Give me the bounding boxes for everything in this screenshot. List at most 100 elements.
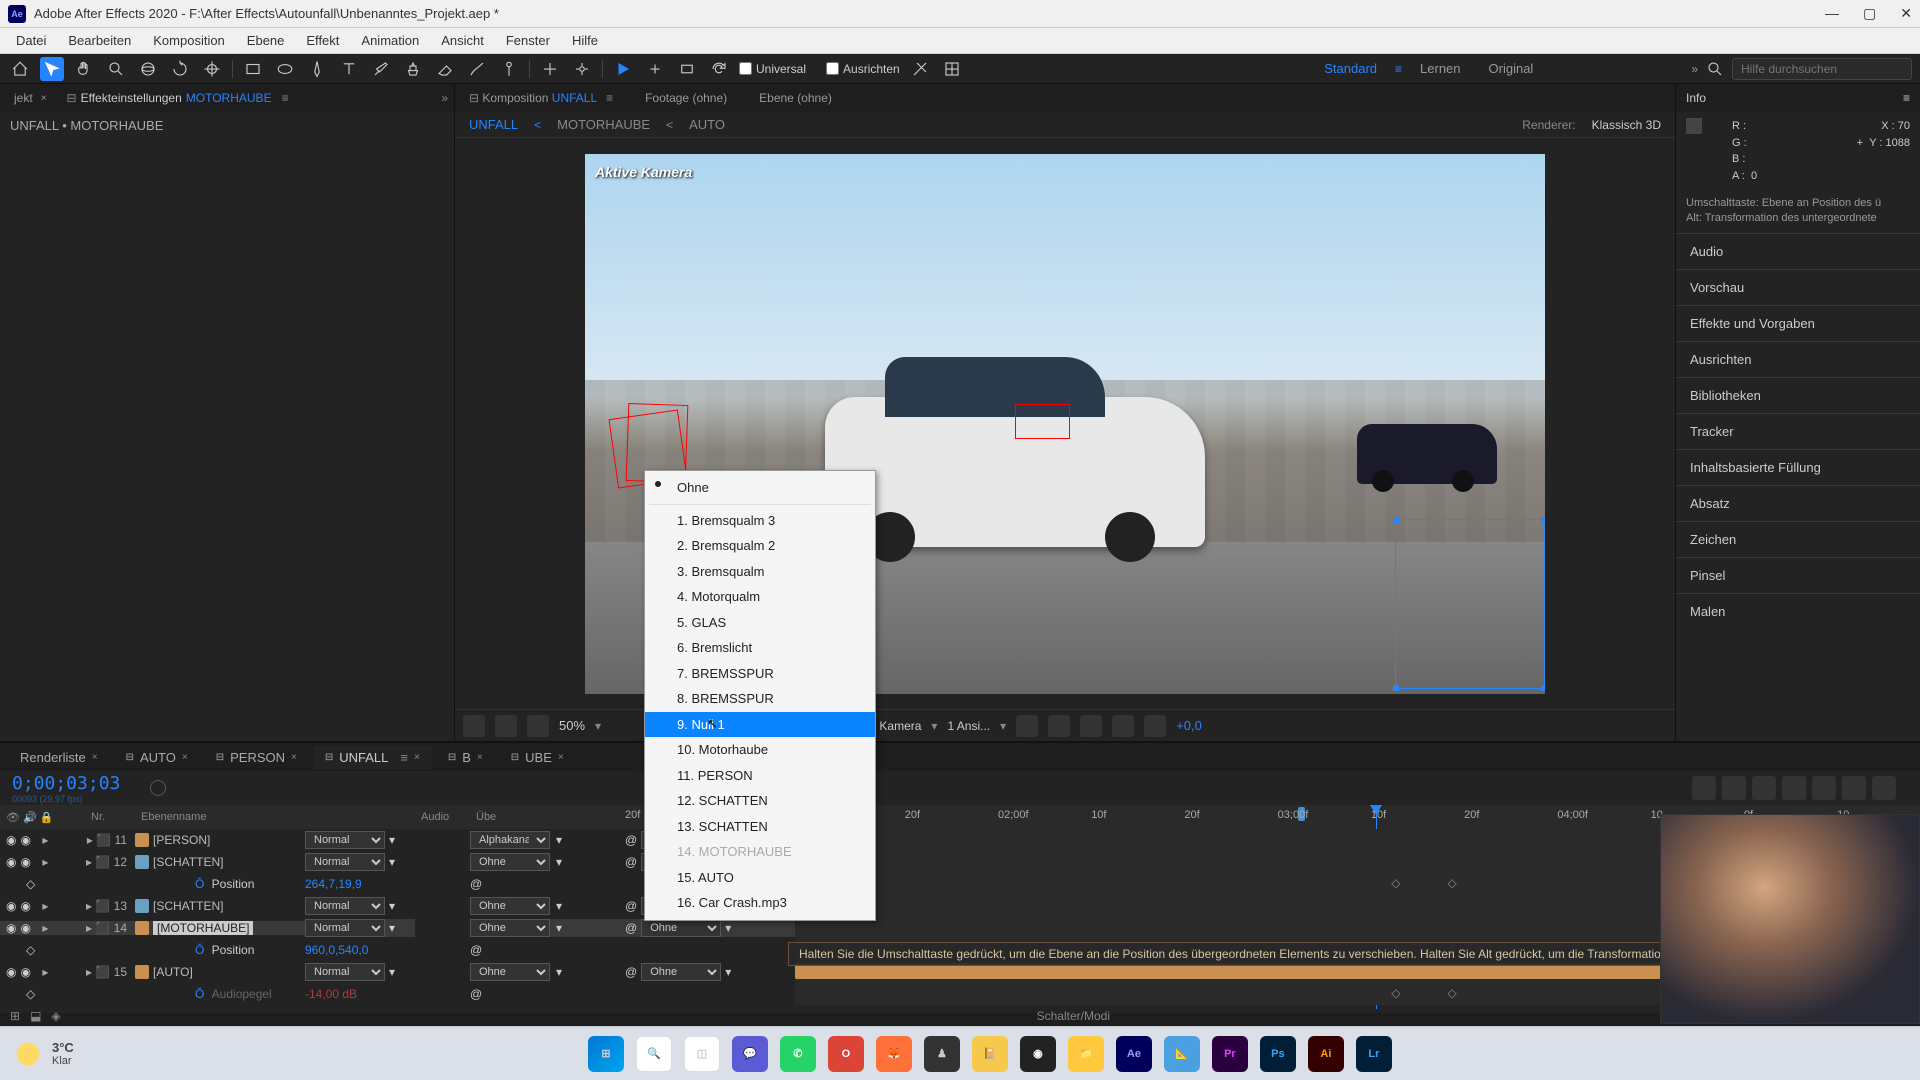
snap-grid-tool[interactable] <box>940 57 964 81</box>
panel-absatz[interactable]: Absatz <box>1676 485 1920 521</box>
guides-icon[interactable] <box>527 715 549 737</box>
axis-mode-tool[interactable] <box>570 57 594 81</box>
dropdown-item-ohne[interactable]: Ohne <box>645 475 875 501</box>
obs-icon[interactable]: ◉ <box>1020 1036 1056 1072</box>
renderer-value[interactable]: Klassisch 3D <box>1592 118 1661 132</box>
teams-icon[interactable]: 💬 <box>732 1036 768 1072</box>
panel-bibliotheken[interactable]: Bibliotheken <box>1676 377 1920 413</box>
menu-effekt[interactable]: Effekt <box>296 30 349 51</box>
help-search-input[interactable] <box>1732 58 1912 80</box>
opera-icon[interactable]: O <box>828 1036 864 1072</box>
layer-row[interactable]: ◉◉ ▸▸ ⬛ 11[PERSON]Normal▾Alphakanal▾@ ▾ <box>0 829 1920 851</box>
rotate-tool[interactable] <box>168 57 192 81</box>
puppet-pin-tool[interactable] <box>497 57 521 81</box>
composition-viewport[interactable]: Aktive Kamera <box>455 138 1675 709</box>
help-search[interactable] <box>1706 58 1912 80</box>
menu-bearbeiten[interactable]: Bearbeiten <box>58 30 141 51</box>
after-effects-icon[interactable]: Ae <box>1116 1036 1152 1072</box>
share-icon[interactable] <box>1016 715 1038 737</box>
dropdown-item[interactable]: 16. Car Crash.mp3 <box>645 890 875 916</box>
dropdown-item[interactable]: 5. GLAS <box>645 610 875 636</box>
nav-unfall[interactable]: UNFALL <box>469 117 518 132</box>
photoshop-icon[interactable]: Ps <box>1260 1036 1296 1072</box>
firefox-icon[interactable]: 🦊 <box>876 1036 912 1072</box>
tab-ebene[interactable]: Ebene (ohne) <box>751 87 840 109</box>
panel-pinsel[interactable]: Pinsel <box>1676 557 1920 593</box>
schalter-modi[interactable]: Schalter/Modi <box>1037 1009 1110 1023</box>
selection-box[interactable] <box>1395 519 1545 689</box>
illustrator-icon[interactable]: Ai <box>1308 1036 1344 1072</box>
ellipse-tool[interactable] <box>273 57 297 81</box>
tab-komposition[interactable]: ⊟ Komposition UNFALL ≡ <box>461 87 621 109</box>
menu-ebene[interactable]: Ebene <box>237 30 295 51</box>
roto-brush-tool[interactable] <box>465 57 489 81</box>
workspace-standard[interactable]: Standard <box>1314 61 1387 76</box>
tl-btn-5[interactable] <box>1812 776 1836 800</box>
timeline-tab-ube[interactable]: ⊟UBE× <box>499 746 576 769</box>
dropdown-item[interactable]: 3. Bremsqualm <box>645 559 875 585</box>
timeline-tab-person[interactable]: ⊟PERSON× <box>204 746 309 769</box>
timeline-tab-auto[interactable]: ⊟AUTO× <box>114 746 200 769</box>
universal-checkbox[interactable]: Universal <box>739 62 806 76</box>
tl-footer-btn1[interactable]: ⊞ <box>10 1009 20 1023</box>
menu-ansicht[interactable]: Ansicht <box>431 30 494 51</box>
add-frame-button[interactable] <box>643 57 667 81</box>
nav-auto[interactable]: AUTO <box>689 117 725 132</box>
brush-tool[interactable] <box>369 57 393 81</box>
menu-komposition[interactable]: Komposition <box>143 30 235 51</box>
weather-widget[interactable]: 3°C Klar <box>14 1040 74 1068</box>
tl-btn-2[interactable] <box>1722 776 1746 800</box>
layer-row[interactable]: ◇Ŏ Position264,7,19,9@◇◇ <box>0 873 1920 895</box>
minimize-button[interactable]: — <box>1825 5 1839 22</box>
exposure-reset-icon[interactable] <box>1144 715 1166 737</box>
workspace-original[interactable]: Original <box>1479 61 1544 76</box>
zoom-tool[interactable] <box>104 57 128 81</box>
tl-btn-6[interactable] <box>1842 776 1866 800</box>
tl-btn-4[interactable] <box>1782 776 1806 800</box>
start-button[interactable]: ⊞ <box>588 1036 624 1072</box>
menu-hilfe[interactable]: Hilfe <box>562 30 608 51</box>
dropdown-item[interactable]: 6. Bremslicht <box>645 635 875 661</box>
whatsapp-icon[interactable]: ✆ <box>780 1036 816 1072</box>
dropdown-item[interactable]: 1. Bremsqualm 3 <box>645 508 875 534</box>
task-view-icon[interactable]: ◫ <box>684 1036 720 1072</box>
panel-vorschau[interactable]: Vorschau <box>1676 269 1920 305</box>
dropdown-item[interactable]: 9. Null 1↖ <box>645 712 875 738</box>
hand-tool[interactable] <box>72 57 96 81</box>
menu-datei[interactable]: Datei <box>6 30 56 51</box>
dropdown-item[interactable]: 11. PERSON <box>645 763 875 789</box>
dropdown-item[interactable]: 7. BREMSSPUR <box>645 661 875 687</box>
maximize-button[interactable]: ▢ <box>1863 5 1876 22</box>
menu-fenster[interactable]: Fenster <box>496 30 560 51</box>
mask-icon[interactable] <box>495 715 517 737</box>
zoom-value[interactable]: 50% <box>559 718 585 733</box>
app-9-icon[interactable]: 📔 <box>972 1036 1008 1072</box>
workspace-lernen[interactable]: Lernen <box>1410 61 1470 76</box>
timeline-tab-unfall[interactable]: ⊟UNFALL≡× <box>313 746 432 769</box>
explorer-icon[interactable]: 📁 <box>1068 1036 1104 1072</box>
timeline-tab-b[interactable]: ⊟B× <box>436 746 495 769</box>
dropdown-item[interactable]: 2. Bremsqualm 2 <box>645 533 875 559</box>
panel-malen[interactable]: Malen <box>1676 593 1920 629</box>
channels-icon[interactable] <box>1048 715 1070 737</box>
tl-footer-btn2[interactable]: ⬓ <box>30 1009 41 1023</box>
tab-footage[interactable]: Footage (ohne) <box>637 87 735 109</box>
timeline-tab-renderliste[interactable]: Renderliste× <box>8 746 110 769</box>
snapshot-icon[interactable] <box>1112 715 1134 737</box>
refresh-button[interactable] <box>707 57 731 81</box>
premiere-icon[interactable]: Pr <box>1212 1036 1248 1072</box>
layer-row[interactable]: ◇Ŏ Audiopegel-14,00 dB@◇◇ <box>0 983 1920 1005</box>
panel-inhaltsbasierte[interactable]: Inhaltsbasierte Füllung <box>1676 449 1920 485</box>
layer-row[interactable]: ◉◉ ▸▸ ⬛ 14[MOTORHAUBE]Normal▾Ohne▾@ Ohne… <box>0 917 1920 939</box>
pen-tool[interactable] <box>305 57 329 81</box>
dropdown-item[interactable]: 12. SCHATTEN <box>645 788 875 814</box>
dropdown-item[interactable]: 8. BREMSSPUR <box>645 686 875 712</box>
grid-icon[interactable] <box>463 715 485 737</box>
lightroom-icon[interactable]: Lr <box>1356 1036 1392 1072</box>
selection-tool[interactable] <box>40 57 64 81</box>
orbit-tool[interactable] <box>136 57 160 81</box>
layer-row[interactable]: ◉◉ ▸▸ ⬛ 12[SCHATTEN]Normal▾Ohne▾@ ▾ <box>0 851 1920 873</box>
layer-row[interactable]: ◉◉ ▸▸ ⬛ 13[SCHATTEN]Normal▾Ohne▾@ ▾ <box>0 895 1920 917</box>
eraser-tool[interactable] <box>433 57 457 81</box>
dropdown-item[interactable]: 13. SCHATTEN <box>645 814 875 840</box>
